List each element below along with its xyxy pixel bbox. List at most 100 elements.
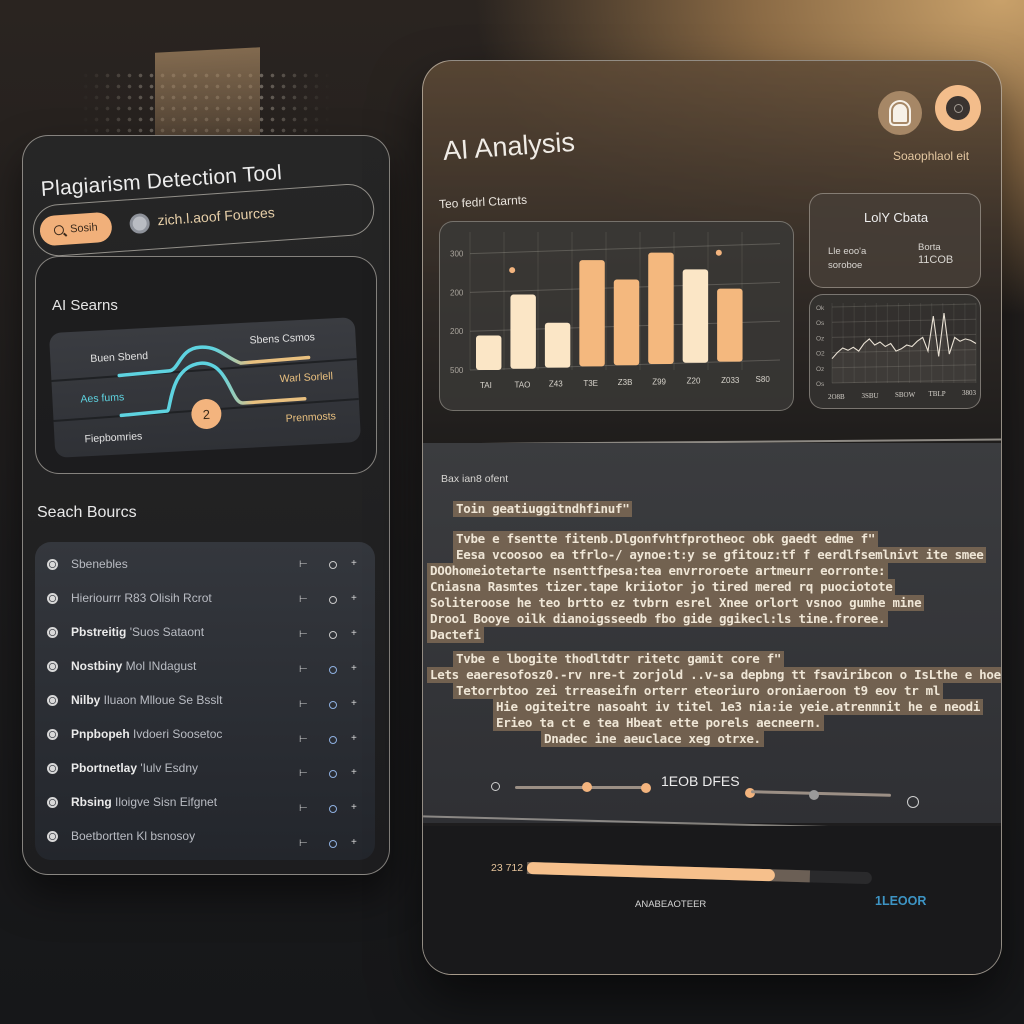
summary-right-label: Borta (918, 242, 941, 253)
slider-start-icon[interactable] (491, 782, 500, 791)
source-radio[interactable] (47, 729, 58, 740)
y-tick-label: Oz (816, 366, 824, 373)
slider-left-knob[interactable] (581, 782, 592, 792)
slider-right-track[interactable] (750, 790, 892, 797)
source-radio[interactable] (47, 695, 58, 706)
source-item[interactable]: Rbsing Iloigve Sisn Eifgnet ⊢ + (35, 788, 375, 818)
source-item[interactable]: Nilby Iluaon Mlloue Se Bsslt ⊢ + (35, 686, 375, 716)
highlighted-line: Toin geatiuggitndhfinuf" (453, 501, 633, 517)
progress-bar[interactable] (526, 862, 873, 885)
x-tick-label: Z99 (652, 377, 666, 386)
status-text: Soaophlaol eit (893, 149, 970, 163)
slider-end-icon[interactable] (907, 796, 919, 808)
source-detail: Boetbortten Kl bsnosoy (71, 829, 196, 843)
source-item[interactable]: Pbstreitig 'Suos Sataont ⊢ + (35, 618, 375, 648)
marker-dot (509, 267, 516, 274)
flow-label-mid-left: Aes fums (80, 391, 125, 406)
text-analysis-section: Bax ian8 ofent Toin geatiuggitndhfinuf" T… (423, 443, 1001, 823)
circle-icon[interactable] (329, 735, 337, 744)
source-item[interactable]: Pnpbopeh Ivdoeri Soosetoc ⊢ + (35, 720, 375, 750)
highlighted-line: Droo1 Booye oilk dianoigsseedb fbo gide … (427, 611, 889, 627)
source-label: Pbstreitig 'Suos Sataont (71, 625, 204, 639)
circle-icon[interactable] (329, 665, 337, 674)
source-item[interactable]: Sbenebles ⊢ + (35, 550, 375, 580)
y-tick-label: Os (816, 381, 825, 388)
x-tick-label: TBLP (929, 390, 946, 398)
source-name: Pbortnetlay (71, 761, 141, 775)
circle-icon[interactable] (329, 770, 337, 779)
summary-right-value: 11COB (918, 254, 954, 266)
circle-icon[interactable] (329, 561, 337, 569)
y-tick-label: Oz (816, 335, 824, 342)
plus-icon[interactable]: + (351, 698, 357, 709)
line-chart: Ok Os Oz O2 Oz Os 2O8B 3SBU SBOW TBLP 3803 (809, 294, 981, 409)
highlighted-line: Dactefi (427, 627, 484, 643)
plus-icon[interactable]: + (351, 628, 357, 639)
source-radio[interactable] (47, 593, 58, 604)
circle-icon[interactable] (329, 595, 337, 604)
x-tick-label: Z20 (687, 377, 701, 386)
grid-line (831, 318, 977, 323)
plus-icon[interactable]: + (351, 802, 357, 813)
y-tick-label: Os (816, 320, 825, 327)
pin-icon[interactable]: ⊢ (299, 629, 308, 640)
plus-icon[interactable]: + (351, 558, 357, 569)
bar-chart: 500 200 200 300 TAI TAO Z43 T3E Z3B Z99 Z20 Z033 S80 (439, 221, 794, 411)
plus-icon[interactable]: + (351, 733, 357, 744)
source-detail: Ivdoeri Soosetoc (133, 727, 223, 741)
x-tick-label: Z3B (618, 378, 633, 387)
plus-icon[interactable]: + (351, 837, 357, 848)
source-toggle-label[interactable]: zich.l.aoof Fources (157, 204, 275, 228)
circle-icon[interactable] (329, 630, 337, 639)
source-radio[interactable] (47, 661, 58, 672)
pin-icon[interactable]: ⊢ (299, 559, 308, 570)
highlighted-line: Erieo ta ct e tea Hbeat ette porels aecn… (493, 715, 825, 731)
plus-icon[interactable]: + (351, 593, 357, 604)
pin-icon[interactable]: ⊢ (299, 594, 308, 605)
pin-icon[interactable]: ⊢ (299, 664, 308, 675)
source-item[interactable]: Nostbiny Mol INdagust ⊢ + (35, 652, 375, 682)
slider-left-end-knob[interactable] (641, 783, 651, 793)
source-label: Sbenebles (71, 557, 128, 571)
source-radio[interactable] (47, 797, 58, 808)
plus-icon[interactable]: + (351, 663, 357, 674)
circle-icon[interactable] (329, 840, 337, 849)
bar (613, 279, 640, 366)
slider-right-knob[interactable] (809, 790, 819, 800)
source-radio[interactable] (47, 559, 58, 570)
record-icon (946, 96, 970, 120)
highlighted-line: Dnadec ine aeuclace xeg otrxe. (541, 731, 764, 747)
source-detail: 'Iulv Esdny (140, 761, 199, 775)
user-avatar[interactable] (878, 91, 922, 135)
source-radio[interactable] (47, 763, 58, 774)
profile-button[interactable] (935, 85, 981, 131)
pin-icon[interactable]: ⊢ (299, 768, 308, 779)
summary-left-line1: Lle eoo'a (828, 246, 867, 257)
search-button-label: Sosih (69, 221, 99, 236)
x-tick-label: 2O8B (828, 393, 845, 401)
search-button[interactable]: Sosih (38, 211, 113, 247)
pin-icon[interactable]: ⊢ (299, 838, 308, 849)
source-item[interactable]: Hieriourrr R83 Olisih Rcrot ⊢ + (35, 584, 375, 614)
progress-fill (526, 862, 776, 882)
source-item[interactable]: Boetbortten Kl bsnosoy ⊢ + (35, 822, 375, 852)
circle-icon[interactable] (329, 805, 337, 814)
bar (544, 322, 571, 368)
circle-icon[interactable] (329, 700, 337, 709)
pin-icon[interactable]: ⊢ (299, 699, 308, 710)
ai-search-card: AI Searns Buen Sbend Aes fums Fiepbomrie… (35, 256, 377, 474)
plus-icon[interactable]: + (351, 767, 357, 778)
source-radio[interactable] (128, 212, 151, 235)
source-radio[interactable] (47, 831, 58, 842)
source-radio[interactable] (47, 627, 58, 638)
highlighted-line: Cniasna Rasmtes tizer.tape kriiotor jo t… (427, 579, 896, 595)
x-tick-label: 3803 (962, 389, 977, 397)
y-tick-label: Ok (816, 305, 825, 312)
flow-diagram: Buen Sbend Aes fums Fiepbomries Sbens Cs… (48, 317, 362, 458)
pin-icon[interactable]: ⊢ (299, 734, 308, 745)
line-chart-svg: OkOsOzO2OzOs2O8B 3SBU SBOW TBLP 3803 (816, 303, 977, 401)
slider-left-track[interactable] (515, 786, 645, 789)
pin-icon[interactable]: ⊢ (299, 803, 308, 814)
source-item[interactable]: Pbortnetlay 'Iulv Esdny ⊢ + (35, 754, 375, 784)
bar (648, 252, 674, 364)
